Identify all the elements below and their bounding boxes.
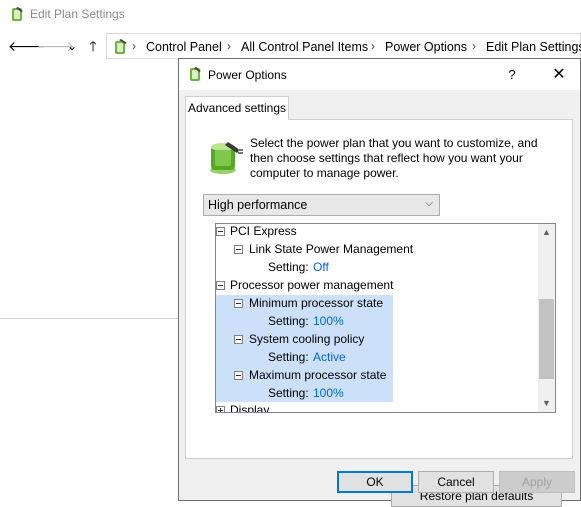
setting-value[interactable]: Off [313,258,329,276]
expand-icon[interactable] [216,406,225,412]
power-options-dialog: Power Options ? ✕ Advanced settings Sele… [178,58,581,507]
collapse-icon[interactable] [234,245,243,254]
group-label: PCI Express [230,224,297,238]
forward-icon[interactable]: 🡒 [37,36,75,56]
breadcrumb-power-options[interactable]: Power Options [385,40,467,54]
scroll-down-arrow-icon[interactable]: ▼ [538,395,555,412]
setting-label: Setting: [268,314,309,328]
power-plan-value: High performance [208,198,308,212]
breadcrumb-control-panel[interactable]: Control Panel [146,40,222,54]
subgroup-label: System cooling policy [249,332,365,346]
breadcrumb-edit-plan-settings[interactable]: Edit Plan Settings [486,40,581,54]
tree-subgroup-link-state[interactable]: Link State Power Management [216,240,536,258]
tree-setting-row[interactable]: Setting: 100% [216,384,536,402]
tree-subgroup-min-processor[interactable]: Minimum processor state [216,294,536,312]
tab-label: Advanced settings [187,101,287,115]
setting-label: Setting: [268,260,309,274]
tree-group-pci-express[interactable]: PCI Express [216,224,536,240]
instructions-text: Select the power plan that you want to c… [250,136,538,180]
setting-value[interactable]: Active [313,348,346,366]
breadcrumb-separator[interactable]: › [472,39,476,53]
address-bar[interactable]: › Control Panel › All Control Panel Item… [106,33,581,59]
help-button[interactable]: ? [495,59,529,90]
tab-advanced-settings[interactable]: Advanced settings [185,96,289,120]
setting-label: Setting: [268,350,309,364]
setting-value[interactable]: 100% [313,312,344,330]
tree-setting-row[interactable]: Setting: 100% [216,312,536,330]
up-icon[interactable]: 🡑 [83,36,103,56]
recent-locations-chevron-down-icon[interactable]: ⌄ [62,36,82,56]
battery-plug-icon [210,142,243,174]
tree-setting-row[interactable]: Setting: Off [216,258,536,276]
power-plan-dropdown[interactable]: High performance ⌵ [203,194,440,216]
breadcrumb-all-items[interactable]: All Control Panel Items [241,40,368,54]
window-titlebar: Edit Plan Settings [0,0,581,30]
tree-scrollbar[interactable]: ▲ ▼ [538,224,555,412]
chevron-down-icon: ⌵ [425,198,433,209]
cancel-button[interactable]: Cancel [418,471,494,493]
tree-setting-row[interactable]: Setting: Active [216,348,536,366]
tree-subgroup-cooling-policy[interactable]: System cooling policy [216,330,536,348]
collapse-icon[interactable] [216,281,225,290]
collapse-icon[interactable] [216,227,225,236]
breadcrumb-separator[interactable]: › [227,39,231,53]
subgroup-label: Link State Power Management [249,242,414,256]
subgroup-label: Minimum processor state [249,296,384,310]
tree-group-display[interactable]: Display [216,401,536,413]
subgroup-label: Maximum processor state [249,368,387,382]
scroll-thumb[interactable] [539,299,554,379]
tree-group-processor-power[interactable]: Processor power management [216,276,536,294]
advanced-settings-panel: Select the power plan that you want to c… [185,119,573,507]
window-title: Edit Plan Settings [30,7,125,21]
breadcrumb-separator[interactable]: › [371,39,375,53]
dialog-title: Power Options [208,68,287,82]
power-options-icon [190,67,201,81]
settings-tree[interactable]: PCI Express Link State Power Management … [215,223,556,413]
close-icon[interactable]: ✕ [539,59,579,90]
breadcrumb-separator: › [132,39,136,53]
collapse-icon[interactable] [234,371,243,380]
scroll-up-arrow-icon[interactable]: ▲ [538,224,555,241]
setting-value[interactable]: 100% [313,384,344,402]
apply-button[interactable]: Apply [499,471,575,493]
ok-button[interactable]: OK [337,471,413,493]
back-icon[interactable]: 🡐 [8,36,46,56]
collapse-icon[interactable] [234,335,243,344]
divider [0,318,180,319]
tree-subgroup-max-processor[interactable]: Maximum processor state [216,366,536,384]
control-panel-icon [115,39,127,54]
group-label: Display [230,403,270,413]
collapse-icon[interactable] [234,299,243,308]
power-options-icon [12,7,23,21]
group-label: Processor power management [230,278,394,292]
setting-label: Setting: [268,386,309,400]
dialog-titlebar[interactable]: Power Options ? ✕ [179,59,580,90]
